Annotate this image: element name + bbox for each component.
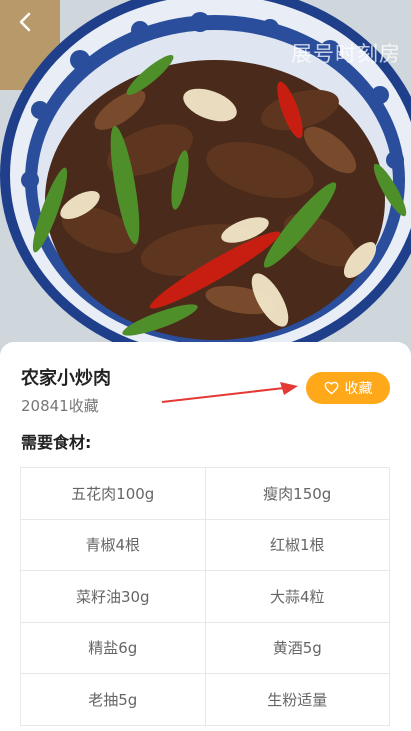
table-row: 精盐6g 黄酒5g xyxy=(21,622,390,674)
ingredient-cell: 大蒜4粒 xyxy=(205,571,390,623)
recipe-hero-image: 展号时刻房 xyxy=(0,0,411,360)
ingredient-cell: 黄酒5g xyxy=(205,622,390,674)
ingredient-cell: 精盐6g xyxy=(21,622,206,674)
table-row: 菜籽油30g 大蒜4粒 xyxy=(21,571,390,623)
table-row: 青椒4根 红椒1根 xyxy=(21,519,390,571)
ingredient-cell: 红椒1根 xyxy=(205,519,390,571)
ingredient-cell: 瘦肉150g xyxy=(205,468,390,520)
ingredient-cell: 老抽5g xyxy=(21,674,206,726)
ingredient-cell: 菜籽油30g xyxy=(21,571,206,623)
heart-outline-icon xyxy=(324,381,338,395)
annotation-arrow xyxy=(161,382,298,403)
chevron-left-icon xyxy=(19,12,31,32)
watermark: 展号时刻房 xyxy=(291,42,401,66)
favorite-button-label: 收藏 xyxy=(344,381,373,397)
ingredient-cell: 青椒4根 xyxy=(21,519,206,571)
table-row: 五花肉100g 瘦肉150g xyxy=(21,468,390,520)
ingredients-table: 五花肉100g 瘦肉150g 青椒4根 红椒1根 菜籽油30g 大蒜4粒 精盐6… xyxy=(20,467,390,726)
recipe-detail-card: 农家小炒肉 20841收藏 收藏 需要食材: 五花肉100g 瘦肉150g 青椒… xyxy=(0,342,411,731)
favorite-count: 20841收藏 xyxy=(21,397,99,415)
recipe-title: 农家小炒肉 xyxy=(21,368,111,389)
ingredients-heading: 需要食材: xyxy=(21,433,92,452)
favorite-button[interactable]: 收藏 xyxy=(306,372,390,404)
ingredient-cell: 生粉适量 xyxy=(205,674,390,726)
ingredient-cell: 五花肉100g xyxy=(21,468,206,520)
table-row: 老抽5g 生粉适量 xyxy=(21,674,390,726)
back-button[interactable] xyxy=(16,12,50,46)
